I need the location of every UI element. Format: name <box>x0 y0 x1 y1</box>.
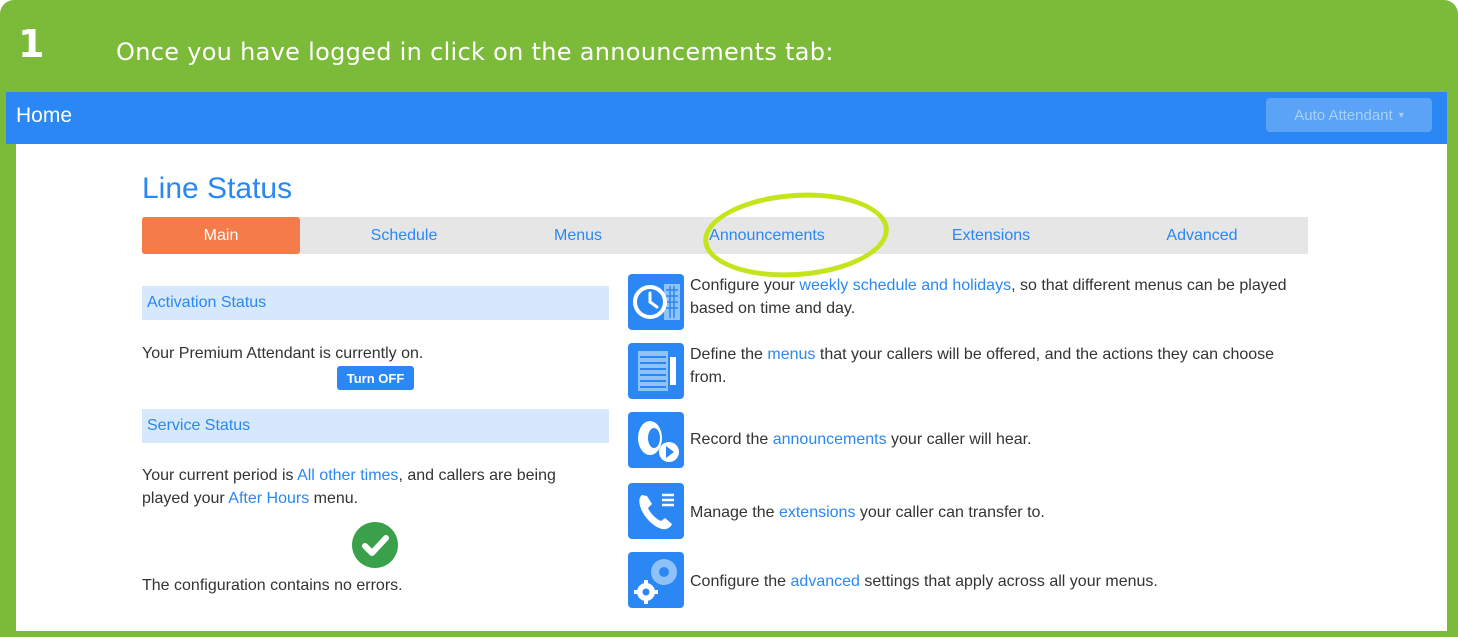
service-status-text: Your current period is All other times, … <box>142 464 602 510</box>
period-link[interactable]: All other times <box>297 467 398 484</box>
gears-icon[interactable] <box>628 552 684 608</box>
feature-announcements-before: Record the <box>690 431 773 448</box>
service-text-before: Your current period is <box>142 467 298 484</box>
activation-status-heading: Activation Status <box>142 286 609 320</box>
phone-extensions-icon[interactable] <box>628 483 684 539</box>
announcements-link[interactable]: announcements <box>773 431 887 448</box>
caret-down-icon: ▾ <box>1398 109 1404 121</box>
activation-status-text: Your Premium Attendant is currently on. <box>142 345 424 362</box>
schedule-link[interactable]: weekly schedule and holidays <box>799 277 1011 294</box>
advanced-link[interactable]: advanced <box>791 573 860 590</box>
feature-schedule-before: Configure your <box>690 277 800 294</box>
step-number: 1 <box>18 22 45 66</box>
feature-announcements: Record the announcements your caller wil… <box>628 412 1300 468</box>
tab-main[interactable]: Main <box>142 217 300 254</box>
clock-calendar-icon[interactable] <box>628 274 684 330</box>
feature-advanced-after: settings that apply across all your menu… <box>859 573 1158 590</box>
menus-link[interactable]: menus <box>767 346 815 363</box>
feature-extensions-before: Manage the <box>690 504 779 521</box>
auto-attendant-dropdown[interactable]: Auto Attendant ▾ <box>1266 98 1432 132</box>
top-navbar: Home Auto Attendant ▾ <box>6 92 1447 144</box>
feature-menus-before: Define the <box>690 346 768 363</box>
after-hours-link[interactable]: After Hours <box>228 490 309 507</box>
feature-advanced-before: Configure the <box>690 573 791 590</box>
feature-advanced: Configure the advanced settings that app… <box>628 552 1300 608</box>
page-title: Line Status <box>142 172 293 205</box>
feature-extensions: Manage the extensions your caller can tr… <box>628 483 1300 539</box>
service-status-heading: Service Status <box>142 409 609 443</box>
config-status-text: The configuration contains no errors. <box>142 577 403 594</box>
feature-advanced-text: Configure the advanced settings that app… <box>690 552 1300 608</box>
service-text-after: menu. <box>309 490 359 507</box>
feature-extensions-after: your caller can transfer to. <box>855 504 1045 521</box>
feature-menus: Define the menus that your callers will … <box>628 343 1300 399</box>
highlight-ring <box>700 186 892 284</box>
speaker-play-icon[interactable] <box>628 412 684 468</box>
turn-off-button[interactable]: Turn OFF <box>337 366 414 390</box>
tab-extensions[interactable]: Extensions <box>886 217 1096 254</box>
step-header: 1 Once you have logged in click on the a… <box>0 0 1458 92</box>
feature-extensions-text: Manage the extensions your caller can tr… <box>690 483 1300 539</box>
auto-attendant-dropdown-label: Auto Attendant <box>1294 106 1393 124</box>
tab-schedule[interactable]: Schedule <box>300 217 508 254</box>
check-circle-icon <box>352 522 398 568</box>
feature-announcements-after: your caller will hear. <box>886 431 1032 448</box>
extensions-link[interactable]: extensions <box>779 504 856 521</box>
menu-list-icon[interactable] <box>628 343 684 399</box>
feature-announcements-text: Record the announcements your caller wil… <box>690 412 1300 468</box>
tab-menus[interactable]: Menus <box>508 217 648 254</box>
home-link[interactable]: Home <box>16 104 72 128</box>
main-content: Line Status Main Schedule Menus Announce… <box>16 144 1447 631</box>
feature-schedule-text: Configure your weekly schedule and holid… <box>690 274 1300 330</box>
feature-schedule: Configure your weekly schedule and holid… <box>628 274 1300 330</box>
instruction-frame: 1 Once you have logged in click on the a… <box>0 0 1458 637</box>
step-instruction: Once you have logged in click on the ann… <box>116 38 834 66</box>
tab-advanced[interactable]: Advanced <box>1096 217 1308 254</box>
feature-menus-text: Define the menus that your callers will … <box>690 343 1300 399</box>
